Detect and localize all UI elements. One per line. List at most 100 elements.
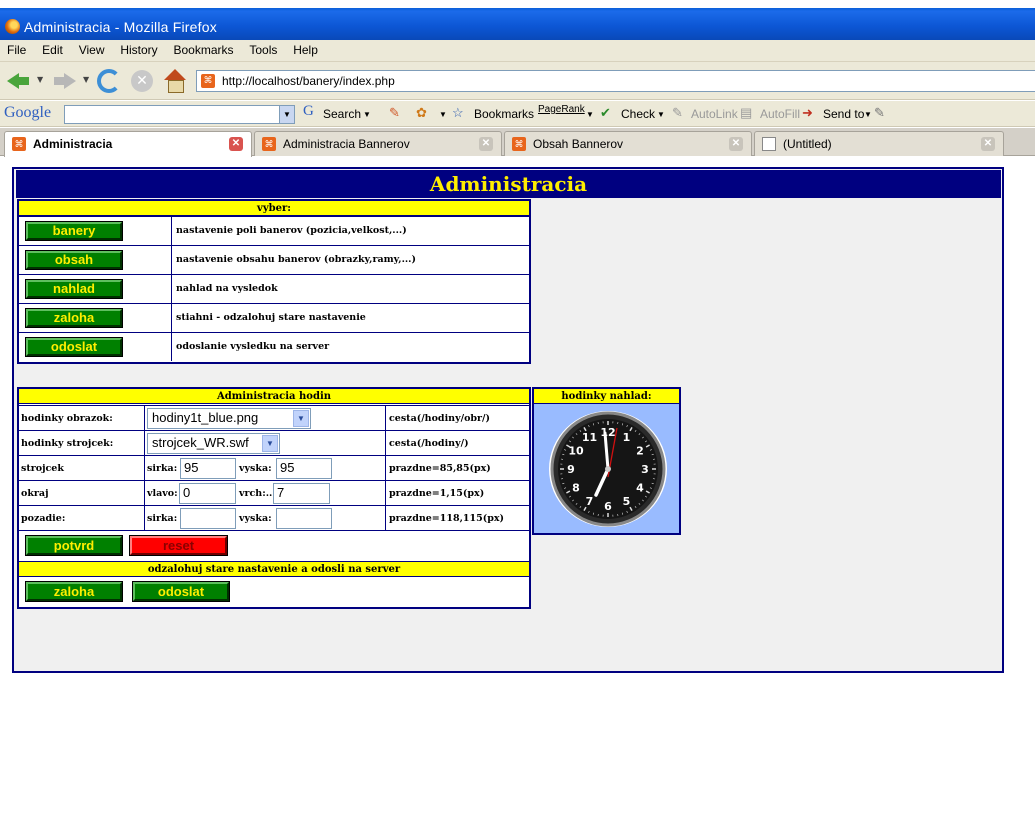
close-tab-icon[interactable]: ✕ <box>229 137 243 151</box>
clock-numeral: 12 <box>600 426 615 439</box>
pagerank-dropdown-icon[interactable]: ▼ <box>586 110 594 119</box>
pozadie-height-input[interactable] <box>276 508 332 529</box>
admin-frame: Administracia vyber: banery nastavenie p… <box>12 167 1004 673</box>
pagerank-indicator[interactable]: PageRank <box>538 104 585 115</box>
autofill-icon[interactable]: ▤ <box>740 105 752 121</box>
okraj-label-cell: okraj <box>19 481 145 505</box>
send-to-dropdown-icon[interactable]: ▼ <box>864 110 872 119</box>
home-icon[interactable] <box>163 68 187 94</box>
popup-dropdown-icon[interactable]: ▼ <box>439 110 447 119</box>
okraj-inputs-cell: vlavo: 0 vrch:.. 7 <box>146 481 386 505</box>
menu-edit[interactable]: Edit <box>35 40 68 57</box>
spellcheck-icon[interactable]: ✔ <box>600 105 611 121</box>
okraj-top-label: vrch:.. <box>239 488 273 499</box>
backup-header-wrap: odzalohuj stare nastavenie a odosli na s… <box>19 561 529 577</box>
clock-admin-header: Administracia hodin <box>19 389 529 404</box>
select-row-button-cell: obsah <box>19 246 172 274</box>
obsah-button[interactable]: obsah <box>25 250 123 270</box>
back-arrow-icon[interactable] <box>5 68 31 94</box>
clock-image-label-cell: hodinky obrazok: <box>19 406 145 430</box>
back-dropdown-icon[interactable]: ▼ <box>37 75 43 84</box>
select-row: odoslat odoslanie vysledku na server <box>19 332 529 361</box>
menu-view[interactable]: View <box>72 40 110 57</box>
google-search-dropdown-icon[interactable]: ▼ <box>279 105 295 124</box>
popup-blocker-icon[interactable]: ✿ <box>416 105 427 121</box>
odoslat-button[interactable]: odoslat <box>25 337 123 357</box>
banery-button[interactable]: banery <box>25 221 123 241</box>
forward-arrow-icon[interactable] <box>52 68 78 94</box>
tab-favicon-icon: ⌘ <box>12 137 26 151</box>
clock-numeral: 9 <box>567 463 575 476</box>
select-row-description: odoslanie vysledku na server <box>176 341 330 352</box>
select-panel-header: vyber: <box>19 201 529 216</box>
tab-administracia[interactable]: ⌘ Administracia ✕ <box>4 131 252 157</box>
autolink-button[interactable]: AutoLink <box>691 107 738 121</box>
toolbar-settings-icon[interactable]: ✎ <box>874 105 885 121</box>
reload-icon[interactable] <box>97 69 121 93</box>
stop-icon[interactable]: ✕ <box>131 70 153 92</box>
bookmark-star-icon[interactable]: ☆ <box>452 105 464 121</box>
tab-administracia-bannerov[interactable]: ⌘ Administracia Bannerov ✕ <box>254 131 502 156</box>
check-button[interactable]: Check <box>621 107 655 121</box>
address-bar[interactable]: ⌘ http://localhost/banery/index.php <box>196 70 1035 92</box>
check-dropdown-icon[interactable]: ▼ <box>657 110 665 119</box>
bookmarks-button[interactable]: Bookmarks <box>474 107 534 121</box>
clock-movement-label-cell: hodinky strojcek: <box>19 431 145 455</box>
page-viewport: Administracia vyber: banery nastavenie p… <box>0 157 1035 818</box>
potvrd-button[interactable]: potvrd <box>25 535 123 556</box>
tab-favicon-icon: ⌘ <box>262 137 276 151</box>
backup-odoslat-button[interactable]: odoslat <box>132 581 230 602</box>
google-search-input[interactable] <box>64 105 282 124</box>
backup-zaloha-button[interactable]: zaloha <box>25 581 123 602</box>
highlight-icon[interactable]: ✎ <box>389 105 400 121</box>
menu-bookmarks[interactable]: Bookmarks <box>166 40 238 57</box>
clock-numeral: 1 <box>623 431 631 444</box>
menu-history[interactable]: History <box>113 40 162 57</box>
select-row-description: stiahni - odzalohuj stare nastavenie <box>176 312 366 323</box>
clock-numeral: 2 <box>636 445 644 458</box>
send-to-icon[interactable]: ➜ <box>802 105 813 121</box>
search-dropdown-icon[interactable]: ▼ <box>363 110 371 119</box>
select-row-description: nastavenie poli banerov (pozicia,velkost… <box>176 225 407 236</box>
strojcek-width-label: sirka: <box>147 463 178 474</box>
close-tab-icon[interactable]: ✕ <box>729 137 743 151</box>
nahlad-button[interactable]: nahlad <box>25 279 123 299</box>
close-tab-icon[interactable]: ✕ <box>981 137 995 151</box>
firefox-icon <box>5 19 20 34</box>
clock-image-select-cell: hodiny1t_blue.png ▼ <box>146 406 386 430</box>
address-url: http://localhost/banery/index.php <box>222 74 395 88</box>
autofill-button[interactable]: AutoFill <box>760 107 800 121</box>
clock-preview-image: 12 12 3 45678 9 1011 <box>549 411 667 527</box>
okraj-left-input[interactable]: 0 <box>179 483 236 504</box>
autolink-icon[interactable]: ✎ <box>672 105 683 121</box>
pozadie-empty-cell: prazdne=118,115(px) <box>387 506 529 530</box>
reset-button[interactable]: reset <box>129 535 228 556</box>
tab-favicon-icon: ⌘ <box>512 137 526 151</box>
forward-dropdown-icon[interactable]: ▼ <box>83 75 89 84</box>
strojcek-width-input[interactable]: 95 <box>180 458 236 479</box>
zaloha-button[interactable]: zaloha <box>25 308 123 328</box>
clock-movement-select[interactable]: strojcek_WR.swf ▼ <box>147 433 280 454</box>
pozadie-label: pozadie: <box>21 513 66 524</box>
okraj-top-input[interactable]: 7 <box>273 483 330 504</box>
menu-file[interactable]: File <box>0 40 31 57</box>
clock-image-select[interactable]: hodiny1t_blue.png ▼ <box>147 408 311 429</box>
clock-numeral: 5 <box>623 495 631 508</box>
tab-untitled[interactable]: (Untitled) ✕ <box>754 131 1004 156</box>
confirm-row: potvrd reset <box>19 530 529 561</box>
tab-label: Administracia Bannerov <box>283 137 410 151</box>
clock-image-label: hodinky obrazok: <box>21 413 113 424</box>
google-search-button[interactable]: Search <box>323 107 361 121</box>
select-row: banery nastavenie poli banerov (pozicia,… <box>19 216 529 245</box>
clock-numeral: 6 <box>604 500 612 513</box>
tab-obsah-bannerov[interactable]: ⌘ Obsah Bannerov ✕ <box>504 131 752 156</box>
strojcek-height-input[interactable]: 95 <box>276 458 332 479</box>
menu-help[interactable]: Help <box>286 40 323 57</box>
send-to-button[interactable]: Send to <box>823 107 864 121</box>
okraj-empty-cell: prazdne=1,15(px) <box>387 481 529 505</box>
pozadie-width-input[interactable] <box>180 508 236 529</box>
menu-tools[interactable]: Tools <box>242 40 282 57</box>
close-tab-icon[interactable]: ✕ <box>479 137 493 151</box>
okraj-row: okraj vlavo: 0 vrch:.. 7 prazdne=1,15(px… <box>19 480 529 505</box>
chevron-down-icon: ▼ <box>262 435 278 452</box>
